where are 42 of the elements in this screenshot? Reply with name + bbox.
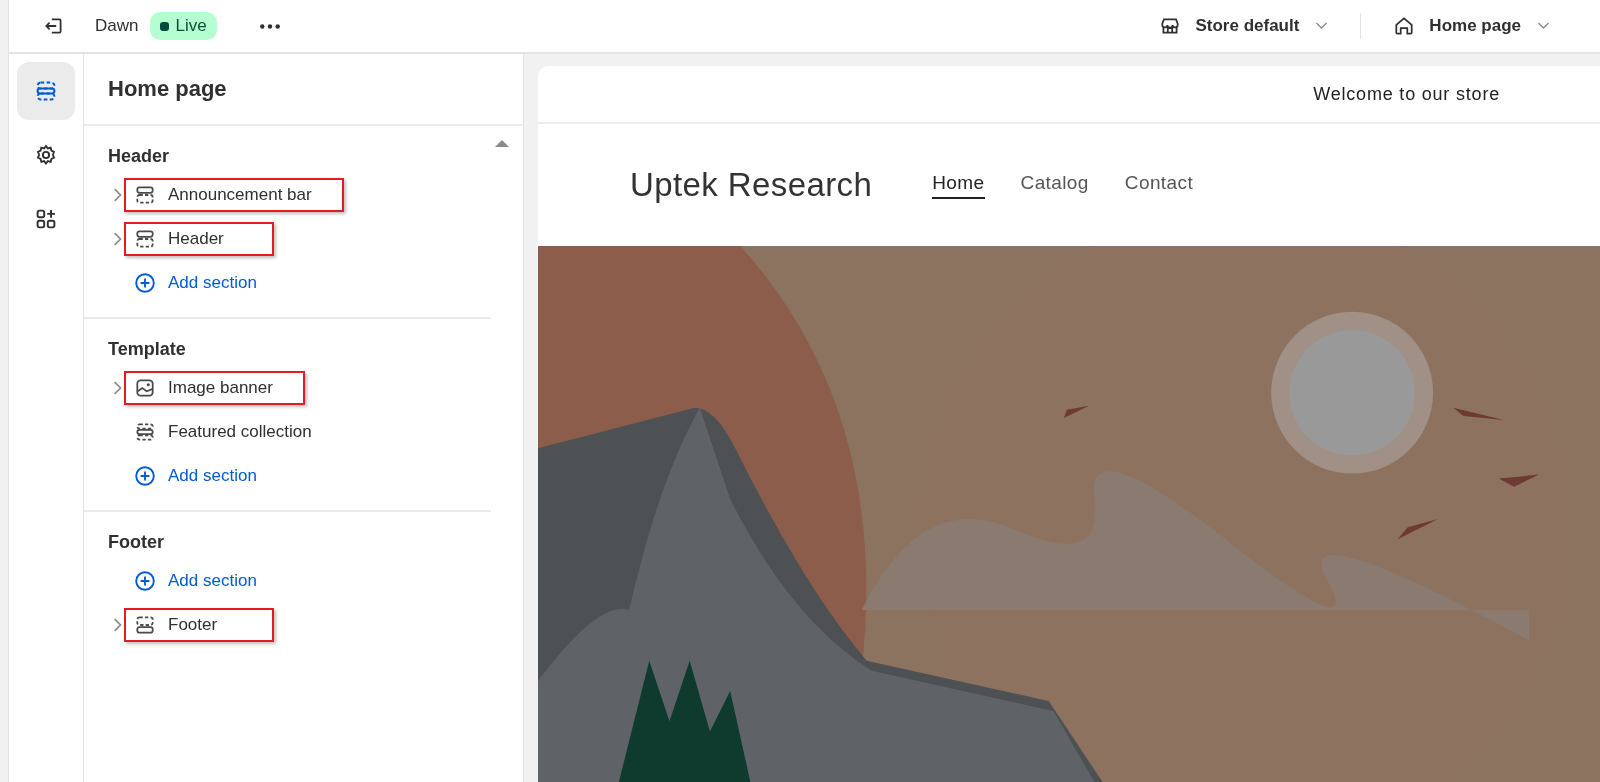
nav-link[interactable]: Home [932, 171, 985, 199]
image-icon [134, 377, 156, 399]
nav-link[interactable]: Catalog [1020, 171, 1089, 199]
settings-icon [34, 143, 58, 167]
nav-link[interactable]: Contact [1124, 171, 1194, 199]
section-bottom-icon [134, 614, 156, 636]
sections-tab[interactable] [17, 62, 75, 120]
section-top-icon [134, 228, 156, 250]
add-section-link[interactable]: Add section [84, 454, 257, 498]
chevron-right-icon[interactable] [112, 618, 122, 632]
chevron-down-icon [1537, 22, 1550, 30]
group-heading: Footer [108, 532, 165, 553]
section-top-icon [134, 184, 156, 206]
announcement-text: Welcome to our store [1313, 83, 1500, 105]
chevron-right-icon[interactable] [112, 188, 122, 202]
panel-title: Home page [84, 54, 523, 126]
sections-icon [34, 79, 58, 103]
apps-icon [34, 207, 58, 231]
chevron-right-icon[interactable] [112, 381, 122, 395]
add-section-link[interactable]: Add section [84, 559, 257, 603]
section-middle-icon [134, 421, 156, 443]
store-selector[interactable]: Store default [1159, 15, 1329, 37]
add-section-link[interactable]: Add section [84, 261, 257, 305]
section-item[interactable]: Featured collection [124, 415, 344, 449]
chevron-right-icon[interactable] [112, 232, 122, 246]
plus-circle-icon [134, 465, 156, 487]
store-name: Uptek Research [630, 166, 873, 204]
section-item[interactable]: Header [124, 222, 274, 256]
home-icon [1393, 15, 1416, 37]
chevron-down-icon [1315, 22, 1329, 30]
scroll-up-icon[interactable] [495, 140, 509, 147]
section-item[interactable]: Image banner [124, 371, 305, 405]
plus-circle-icon [134, 272, 156, 294]
plus-circle-icon [134, 570, 156, 592]
section-item[interactable]: Footer [124, 608, 274, 642]
section-item[interactable]: Announcement bar [124, 178, 344, 212]
page-selector[interactable]: Home page [1393, 15, 1550, 37]
more-icon[interactable] [258, 22, 281, 30]
status-badge: Live [150, 12, 217, 40]
group-heading: Header [108, 146, 171, 167]
group-heading: Template [108, 339, 187, 360]
theme-name: Dawn [95, 16, 139, 36]
